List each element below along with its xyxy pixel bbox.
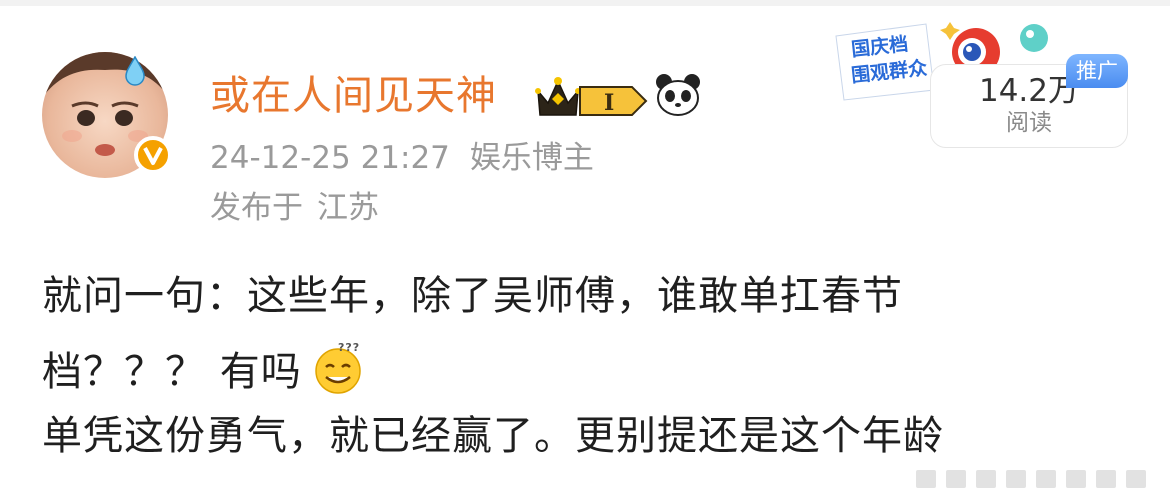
post-time: 24-12-25 21:27 — [210, 140, 450, 176]
watermark-icon — [906, 464, 1162, 492]
panda-icon — [656, 74, 700, 116]
top-divider — [0, 0, 1170, 6]
crown-icon: I — [535, 77, 648, 116]
post-content-line-2: 档？？？ 有吗 ??? — [42, 341, 368, 397]
verified-v-icon — [134, 136, 172, 174]
level-badge-text: I — [604, 90, 614, 116]
author-avatar[interactable] — [42, 52, 172, 178]
post-location: 江苏 — [317, 190, 379, 226]
post-content-line-1: 就问一句：这些年，除了吴师傅，谁敢单扛春节 — [42, 273, 903, 319]
sweat-drop-icon — [125, 56, 145, 86]
post-content-line-3: 单凭这份勇气，就已经赢了。更别提还是这个年龄 — [42, 413, 944, 459]
author-name[interactable]: 或在人间见天神 — [210, 72, 497, 120]
author-role: 娱乐博主 — [469, 140, 594, 176]
read-label: 阅读 — [1006, 110, 1052, 136]
thinking-emoji-icon: ??? — [314, 341, 361, 394]
svg-text:???: ??? — [338, 341, 360, 354]
post-content-line-2-text: 档？？？ 有吗 — [42, 349, 302, 395]
location-prefix: 发布于 — [210, 190, 303, 226]
post-meta-time: 24-12-25 21:27 娱乐博主 — [210, 138, 594, 178]
ad-tag: 推广 — [1066, 54, 1128, 88]
post-meta-location: 发布于 江苏 — [210, 188, 379, 228]
